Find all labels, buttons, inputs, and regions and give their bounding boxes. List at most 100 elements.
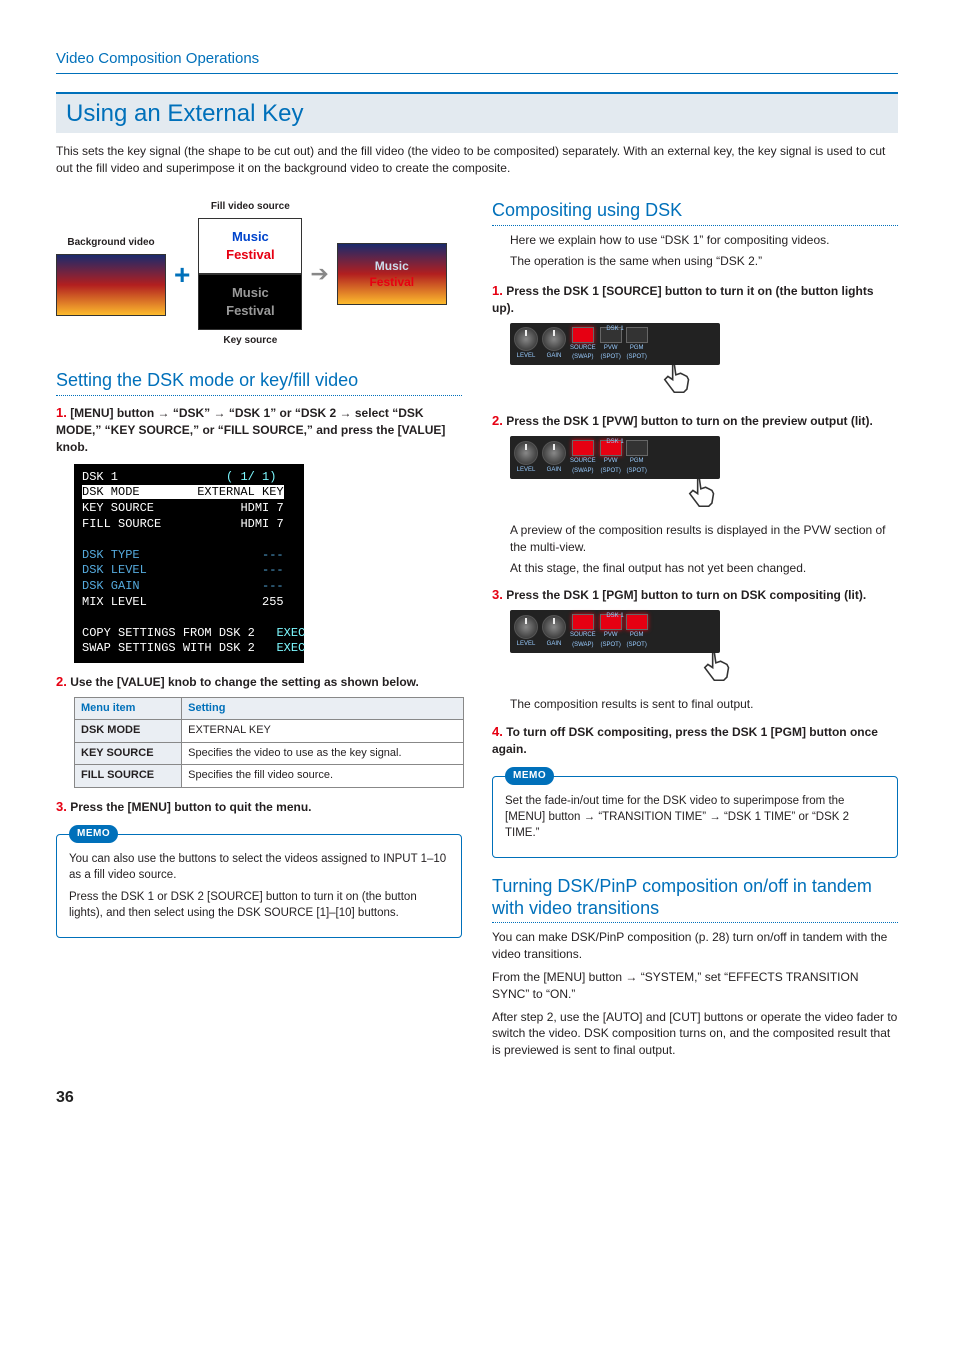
tandem-p1: You can make DSK/PinP composition (p. 28… bbox=[492, 929, 898, 963]
cell-r3b: Specifies the fill video source. bbox=[182, 765, 464, 787]
lbl-pvw: PVW bbox=[604, 344, 618, 352]
step1-num: 1. bbox=[56, 405, 67, 420]
lbl-swap3: (SWAP) bbox=[572, 641, 593, 649]
right-intro2: The operation is the same when using “DS… bbox=[510, 253, 898, 270]
logo-line2-k: Festival bbox=[226, 302, 274, 320]
lbl-pgm2: PGM bbox=[630, 457, 644, 465]
rstep2-body2: At this stage, the final output has not … bbox=[510, 560, 898, 577]
step2-num: 2. bbox=[56, 674, 67, 689]
right-step-1: 1. Press the DSK 1 [SOURCE] button to tu… bbox=[492, 282, 898, 403]
panel-title2: DSK 1 bbox=[606, 438, 623, 446]
memo-p2: Press the DSK 1 or DSK 2 [SOURCE] button… bbox=[69, 889, 449, 921]
hw-panel-2: DSK 1 LEVEL GAIN SOURCE(SWAP) PVW(SPOT) … bbox=[510, 436, 720, 516]
source-btn2 bbox=[572, 440, 594, 456]
lbl-spot3: (SPOT) bbox=[601, 467, 621, 475]
rstep3-text: Press the DSK 1 [PGM] button to turn on … bbox=[506, 588, 866, 602]
cell-r2b: Specifies the video to use as the key si… bbox=[182, 742, 464, 764]
bg-video-label: Background video bbox=[67, 236, 154, 250]
panel-title: DSK 1 bbox=[606, 325, 623, 333]
memo-r-1: “TRANSITION TIME” bbox=[595, 811, 709, 823]
right-column: Compositing using DSK Here we explain ho… bbox=[492, 192, 898, 1059]
gain-knob2 bbox=[542, 441, 566, 465]
lbl-swap2: (SWAP) bbox=[572, 467, 593, 475]
th-setting: Setting bbox=[182, 698, 464, 720]
right-step-3: 3. Press the DSK 1 [PGM] button to turn … bbox=[492, 586, 898, 713]
breadcrumb: Video Composition Operations bbox=[56, 48, 898, 74]
lbl-pvw3: PVW bbox=[604, 631, 618, 639]
source-btn bbox=[572, 327, 594, 343]
lbl-level: LEVEL bbox=[517, 352, 536, 360]
lbl-pgm3: PGM bbox=[630, 631, 644, 639]
rstep3-body: The composition results is sent to final… bbox=[510, 696, 898, 713]
fill-video-label: Fill video source bbox=[211, 200, 290, 214]
cell-r3a: FILL SOURCE bbox=[75, 765, 182, 787]
hw-panel-3: DSK 1 LEVEL GAIN SOURCE(SWAP) PVW(SPOT) … bbox=[510, 610, 720, 690]
logo-line2: Festival bbox=[226, 246, 274, 264]
lbl-level2: LEVEL bbox=[517, 466, 536, 474]
step2-text: Use the [VALUE] knob to change the setti… bbox=[70, 675, 419, 689]
page-number: 36 bbox=[56, 1087, 898, 1109]
level-knob3 bbox=[514, 615, 538, 639]
logo-line1: Music bbox=[232, 228, 269, 246]
hand-icon bbox=[660, 359, 720, 402]
fill-video-thumb: Music Festival bbox=[198, 218, 302, 274]
lbl-source3: SOURCE bbox=[570, 631, 596, 639]
logo-line2-o: Festival bbox=[369, 274, 414, 291]
lbl-pgm: PGM bbox=[630, 344, 644, 352]
composite-diagram: Background video + Fill video source Mus… bbox=[56, 196, 462, 352]
pgm-btn bbox=[626, 327, 648, 343]
s1-t2: “DSK 1” or “DSK 2 bbox=[226, 406, 340, 420]
gain-knob3 bbox=[542, 615, 566, 639]
th-menu-item: Menu item bbox=[75, 698, 182, 720]
rstep1-text: Press the DSK 1 [SOURCE] button to turn … bbox=[492, 284, 874, 315]
hw-panel-1: DSK 1 LEVEL GAIN SOURCE(SWAP) PVW(SPOT) … bbox=[510, 323, 720, 403]
arrow-icon: ➔ bbox=[310, 259, 328, 290]
lbl-spot5: (SPOT) bbox=[601, 641, 621, 649]
level-knob2 bbox=[514, 441, 538, 465]
tandem-p2a: From the [MENU] button bbox=[492, 970, 625, 984]
lbl-level3: LEVEL bbox=[517, 640, 536, 648]
subheading-dsk-mode: Setting the DSK mode or key/fill video bbox=[56, 370, 462, 396]
key-source-thumb: Music Festival bbox=[198, 274, 302, 330]
source-btn3 bbox=[572, 614, 594, 630]
lbl-gain3: GAIN bbox=[547, 640, 562, 648]
page-title: Using an External Key bbox=[56, 92, 898, 133]
right-step-4: 4. To turn off DSK compositing, press th… bbox=[492, 723, 898, 758]
lbl-pvw2: PVW bbox=[604, 457, 618, 465]
left-step-1: 1. [MENU] button → “DSK” → “DSK 1” or “D… bbox=[56, 404, 462, 663]
logo-line1-o: Music bbox=[375, 258, 409, 275]
panel-title3: DSK 1 bbox=[606, 612, 623, 620]
menu-screenshot: DSK 1 ( 1/ 1) DSK MODE EXTERNAL KEY KEY … bbox=[74, 464, 304, 663]
s1-t0: [MENU] button bbox=[70, 406, 157, 420]
left-step-3: 3. Press the [MENU] button to quit the m… bbox=[56, 798, 462, 816]
rstep4-text: To turn off DSK compositing, press the D… bbox=[492, 725, 878, 756]
rstep2-text: Press the DSK 1 [PVW] button to turn on … bbox=[506, 414, 873, 428]
logo-line1-k: Music bbox=[232, 284, 269, 302]
lbl-swap: (SWAP) bbox=[572, 353, 593, 361]
bg-video-thumb bbox=[56, 254, 166, 316]
rstep1-num: 1. bbox=[492, 283, 503, 298]
right-intro1: Here we explain how to use “DSK 1” for c… bbox=[510, 232, 898, 249]
lbl-spot6: (SPOT) bbox=[627, 641, 647, 649]
memo-right: MEMO Set the fade-in/out time for the DS… bbox=[492, 776, 898, 858]
key-source-label: Key source bbox=[223, 334, 277, 348]
subheading-compositing: Compositing using DSK bbox=[492, 200, 898, 226]
rstep3-num: 3. bbox=[492, 587, 503, 602]
hand-icon2 bbox=[685, 473, 720, 516]
rstep4-num: 4. bbox=[492, 724, 503, 739]
cell-r1b: EXTERNAL KEY bbox=[182, 720, 464, 742]
output-video-thumb: Music Festival bbox=[337, 243, 447, 305]
right-step-2: 2. Press the DSK 1 [PVW] button to turn … bbox=[492, 412, 898, 576]
pgm-btn3 bbox=[626, 614, 648, 630]
lbl-source: SOURCE bbox=[570, 344, 596, 352]
lbl-source2: SOURCE bbox=[570, 457, 596, 465]
subheading-tandem: Turning DSK/PinP composition on/off in t… bbox=[492, 876, 898, 923]
intro-text: This sets the key signal (the shape to b… bbox=[56, 143, 898, 177]
step3-text: Press the [MENU] button to quit the menu… bbox=[70, 800, 311, 814]
memo-left: MEMO You can also use the buttons to sel… bbox=[56, 834, 462, 938]
gain-knob bbox=[542, 327, 566, 351]
memo-badge-r: MEMO bbox=[505, 767, 554, 785]
step3-num: 3. bbox=[56, 799, 67, 814]
left-column: Background video + Fill video source Mus… bbox=[56, 192, 462, 1059]
lbl-spot2: (SPOT) bbox=[627, 353, 647, 361]
